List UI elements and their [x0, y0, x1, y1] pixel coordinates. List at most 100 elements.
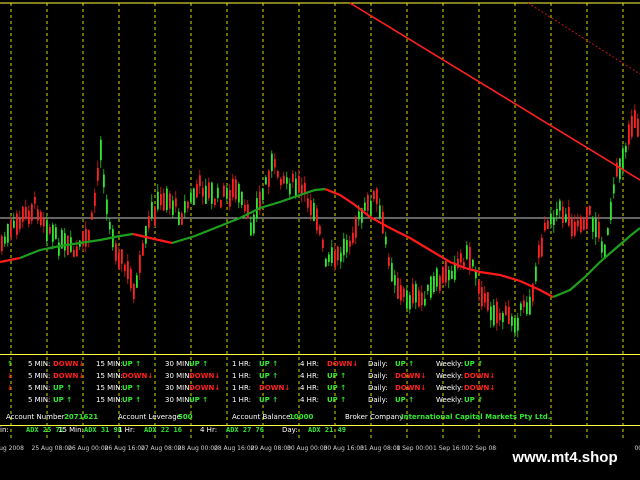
candle-body — [223, 185, 225, 197]
timeframe-label: 1 HR: — [232, 384, 251, 392]
candle-body — [265, 177, 267, 185]
candle-body — [481, 287, 483, 307]
candle-body — [139, 254, 141, 273]
candle-body — [43, 218, 45, 227]
candle-body — [451, 270, 453, 279]
trend-state: UP ↑ — [53, 396, 73, 404]
candle-body — [211, 182, 213, 204]
candle-body — [430, 276, 432, 298]
candle-body — [424, 298, 426, 306]
adx-value: ADX 21 49 — [308, 426, 346, 434]
candle-body — [373, 191, 375, 200]
account-number-label: Account Number : — [6, 413, 70, 421]
trend-state: DOWN↓ — [464, 384, 496, 392]
candle-body — [496, 301, 498, 324]
timeframe-label: 30 MIN: — [165, 360, 192, 368]
candle-body — [100, 139, 102, 161]
candle-body — [433, 276, 435, 293]
candle-body — [610, 201, 612, 221]
timeframe-label: 30 MIN: — [165, 384, 192, 392]
candle-body — [268, 170, 270, 187]
candle-body — [520, 303, 522, 311]
candle-body — [445, 261, 447, 283]
timeframe-label: 15 MIN: — [96, 396, 123, 404]
candle-body — [511, 316, 513, 326]
candle-body — [283, 175, 285, 184]
candle-body — [250, 222, 252, 236]
trend-state: DOWN↓ — [53, 360, 85, 368]
trend-state: DOWN↓ — [259, 384, 291, 392]
candle-body — [412, 283, 414, 304]
candle-body — [634, 110, 636, 129]
candle-body — [415, 283, 417, 303]
trend-state: UP ↑ — [464, 396, 484, 404]
trend-state: UP ↑ — [189, 396, 209, 404]
adx-value: ADX 31 98 — [84, 426, 122, 434]
candle-body — [232, 178, 234, 198]
trend-state: DOWN↓ — [189, 384, 221, 392]
timeframe-label: 1 HR: — [232, 360, 251, 368]
candle-body — [376, 188, 378, 205]
candle-body — [448, 269, 450, 281]
candle-body — [103, 174, 105, 188]
candle-body — [340, 252, 342, 262]
candle-body — [367, 194, 369, 211]
candle-body — [118, 252, 120, 269]
candle-body — [514, 318, 516, 333]
candle-body — [439, 276, 441, 291]
candle-body — [469, 246, 471, 269]
trendline-dotted[interactable] — [527, 2, 640, 75]
candle-body — [577, 220, 579, 227]
candle-body — [322, 239, 324, 249]
candle-body — [355, 216, 357, 238]
candle-body — [508, 306, 510, 325]
timeframe-label: 5 MIN: — [28, 396, 51, 404]
account-leverage-value: 500 — [178, 413, 193, 421]
candle-body — [28, 210, 30, 225]
trend-state: UP ↑ — [395, 360, 415, 368]
timeframe-label: 15 MIN: — [96, 360, 123, 368]
candle-body — [358, 211, 360, 220]
candle-body — [109, 222, 111, 230]
trend-state: UP ↑ — [259, 360, 279, 368]
adx-value: ADX 27 76 — [226, 426, 264, 434]
candle-body — [400, 285, 402, 301]
candle-body — [538, 245, 540, 258]
candle-body — [505, 305, 507, 316]
candle-body — [178, 211, 180, 225]
trend-state: UP ↑ — [464, 360, 484, 368]
candle-body — [106, 199, 108, 215]
candle-body — [295, 178, 297, 197]
candle-body — [586, 207, 588, 229]
candle-body — [394, 275, 396, 286]
candle-body — [88, 230, 90, 241]
candle-body — [613, 184, 615, 194]
candle-body — [160, 194, 162, 206]
candle-body — [397, 278, 399, 299]
candle-body — [478, 280, 480, 294]
timeframe-label: Daily: — [368, 396, 388, 404]
candle-body — [544, 222, 546, 231]
candle-body — [25, 207, 27, 219]
trend-state: UP ↑ — [189, 360, 209, 368]
candle-body — [91, 212, 93, 220]
time-axis-label: 1 Sep 16:00 — [433, 445, 469, 452]
trend-state: UP ↑ — [327, 372, 347, 380]
candle-body — [241, 191, 243, 206]
candle-body — [151, 201, 153, 218]
candle-body — [76, 246, 78, 257]
candle-body — [364, 202, 366, 211]
trend-state: UP ↑ — [327, 396, 347, 404]
time-axis-label: 26 Aug 16:00 — [105, 445, 146, 452]
candle-body — [73, 249, 75, 257]
candle-body — [502, 313, 504, 323]
adx-timeframe-label: Day: — [282, 426, 298, 434]
candle-body — [163, 193, 165, 211]
candle-body — [292, 173, 294, 182]
left-trend-arrow: ↓ — [7, 372, 13, 380]
candle-body — [37, 209, 39, 221]
trendline[interactable] — [349, 2, 640, 181]
candle-body — [559, 200, 561, 211]
candle-body — [523, 300, 525, 307]
adx-value: ADX 22 16 — [144, 426, 182, 434]
